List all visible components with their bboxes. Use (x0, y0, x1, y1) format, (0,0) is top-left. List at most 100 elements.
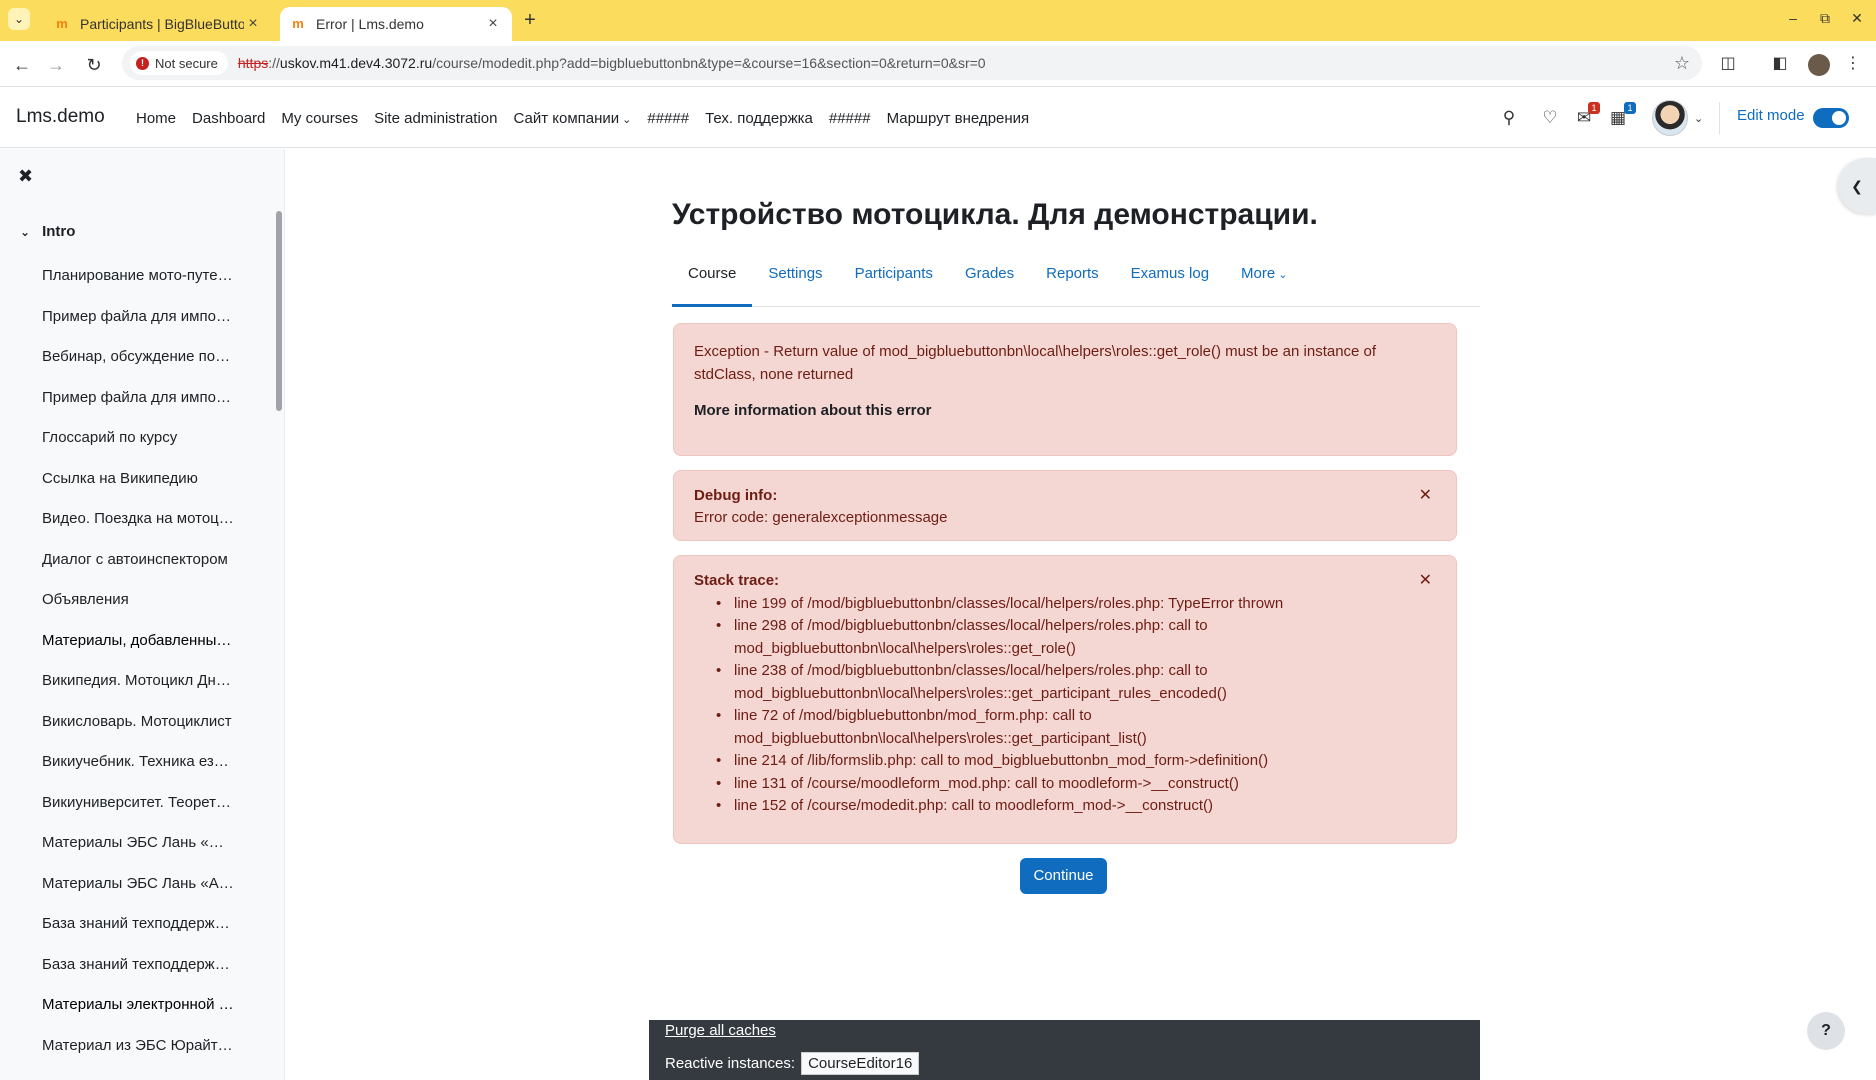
purge-caches-link[interactable]: Purge all caches (665, 1022, 776, 1039)
messages-icon[interactable]: ✉ 1 (1572, 102, 1600, 130)
course-index-item[interactable]: Видео. Поездка на мотоц… (42, 499, 242, 540)
course-index-drawer: ✖ ⌄ Intro Планирование мото-путе… Пример… (0, 149, 285, 1080)
window-minimize-icon[interactable]: – (1778, 10, 1808, 30)
tab-more[interactable]: More ⌄ (1225, 255, 1303, 307)
course-index-item[interactable]: Викиуниверситет. Теорет… (42, 783, 242, 824)
tab-search-chevron-icon[interactable]: ⌄ (8, 8, 30, 30)
stack-trace-line: line 199 of /mod/bigbluebuttonbn/classes… (714, 593, 1436, 616)
user-avatar[interactable] (1652, 100, 1688, 136)
tab-participants[interactable]: Participants (839, 255, 949, 307)
tab-grades[interactable]: Grades (949, 255, 1030, 307)
course-index-item[interactable]: Глоссарий по курсу (42, 418, 242, 459)
course-index-item[interactable]: Материалы ЭБС Лань «А… (42, 864, 242, 905)
notifications-bell-icon[interactable]: ♡ (1538, 106, 1562, 130)
course-index-item[interactable]: База знаний техподдерж… (42, 945, 242, 986)
nav-item-dashboard[interactable]: Dashboard (192, 110, 265, 127)
bookmark-star-icon[interactable]: ☆ (1674, 53, 1690, 74)
stack-trace-line: line 131 of /course/moodleform_mod.php: … (714, 773, 1436, 796)
stack-trace-label: Stack trace: (694, 572, 780, 589)
browser-tab-participants[interactable]: m Participants | BigBlueButto × (44, 7, 272, 41)
course-index-item[interactable]: Пример файла для импо… (42, 297, 242, 338)
debug-error-code: Error code: generalexceptionmessage (694, 509, 948, 526)
tab-reports[interactable]: Reports (1030, 255, 1115, 307)
course-index-item[interactable]: Википедия. Мотоцикл Дн… (42, 661, 242, 702)
nav-item-company-site-label: Сайт компании (513, 109, 620, 127)
reactive-instances: Reactive instances: CourseEditor16 (665, 1052, 920, 1075)
security-chip[interactable]: ! Not secure (130, 51, 228, 75)
nav-item-rollout-route[interactable]: Маршрут внедрения (887, 110, 1030, 127)
debug-footer: Purge all caches Reactive instances: Cou… (649, 1020, 1480, 1080)
course-index-item[interactable]: Материалы, добавленны… (42, 621, 242, 662)
url-separator: :// (268, 55, 280, 71)
url-host: uskov.m41.dev4.3072.ru (279, 55, 433, 71)
new-tab-plus-icon[interactable]: + (520, 10, 540, 30)
course-editor-button[interactable]: CourseEditor16 (801, 1052, 920, 1075)
stack-trace-line: line 298 of /mod/bigbluebuttonbn/classes… (714, 615, 1436, 660)
course-index-item[interactable]: Материалы ЭБС Лань «… (42, 823, 242, 864)
nav-item-company-site[interactable]: Сайт компании ⌄ (514, 110, 632, 127)
more-info-link[interactable]: More information about this error (694, 402, 1436, 419)
section-title: Intro (42, 223, 76, 240)
back-arrow-icon[interactable]: ← (10, 53, 34, 77)
security-label: Not secure (155, 55, 218, 71)
course-index-item[interactable]: Материалы электронной … (42, 985, 242, 1026)
course-index-item[interactable]: Пример файла для импо… (42, 378, 242, 419)
course-section-intro[interactable]: ⌄ Intro (20, 223, 75, 240)
tab-close-icon[interactable]: × (484, 15, 502, 33)
stack-trace-list: line 199 of /mod/bigbluebuttonbn/classes… (714, 593, 1436, 818)
tab-examus-log[interactable]: Examus log (1115, 255, 1225, 307)
tab-settings[interactable]: Settings (752, 255, 838, 307)
course-index-item[interactable]: Материал из ЭБС Юрайт… (42, 1026, 242, 1067)
help-question-icon[interactable]: ▦ 1 (1606, 102, 1636, 130)
course-index-item[interactable]: Ссылка на Википедию (42, 459, 242, 500)
course-index-item[interactable]: Диалог с автоинспектором (42, 540, 242, 581)
tab-close-icon[interactable]: × (244, 15, 262, 33)
reload-icon[interactable]: ↻ (82, 53, 106, 77)
drawer-scrollbar[interactable] (276, 211, 282, 411)
close-drawer-icon[interactable]: ✖ (18, 166, 33, 187)
stack-trace-line: line 152 of /course/modedit.php: call to… (714, 795, 1436, 818)
side-panel-icon[interactable]: ◧ (1769, 53, 1791, 75)
browser-menu-dots-icon[interactable]: ⋮ (1842, 53, 1864, 75)
address-bar[interactable]: ! Not secure https://uskov.m41.dev4.3072… (122, 46, 1702, 80)
window-close-icon[interactable]: ✕ (1842, 10, 1872, 30)
tab-title: Participants | BigBlueButto (80, 16, 244, 32)
nav-item-hash-1[interactable]: ##### (647, 110, 689, 127)
course-index-item[interactable]: Викисловарь. Мотоциклист (42, 702, 242, 743)
moodle-favicon-icon: m (56, 16, 68, 31)
nav-item-home[interactable]: Home (136, 110, 176, 127)
tab-course[interactable]: Course (672, 255, 753, 307)
nav-item-hash-2[interactable]: ##### (829, 110, 871, 127)
continue-button[interactable]: Continue (1020, 858, 1107, 894)
navbar-divider (1719, 102, 1720, 134)
user-menu-chevron-down-icon[interactable]: ⌄ (1694, 112, 1703, 125)
nav-item-support[interactable]: Тех. поддержка (705, 110, 813, 127)
close-icon[interactable]: ✕ (1419, 485, 1432, 507)
edit-mode-toggle[interactable] (1813, 108, 1849, 128)
course-index-item[interactable]: Вебинар, обсуждение по… (42, 337, 242, 378)
window-restore-icon[interactable]: ⧉ (1810, 10, 1840, 30)
chevron-down-icon: ⌄ (1278, 269, 1288, 281)
nav-item-my-courses[interactable]: My courses (281, 110, 358, 127)
site-brand[interactable]: Lms.demo (16, 106, 105, 128)
course-index-item[interactable]: Планирование мото-путе… (42, 256, 242, 297)
course-index-item[interactable]: Викиучебник. Техника ез… (42, 742, 242, 783)
not-secure-warning-icon: ! (136, 56, 149, 70)
chevron-down-icon[interactable]: ⌄ (20, 225, 30, 239)
extensions-puzzle-icon[interactable]: ◫ (1717, 53, 1739, 75)
forward-arrow-icon[interactable]: → (44, 53, 68, 77)
search-icon[interactable]: ⚲ (1497, 106, 1521, 130)
page-title: Устройство мотоцикла. Для демонстрации. (672, 198, 1318, 231)
close-icon[interactable]: ✕ (1419, 570, 1432, 593)
course-secondary-nav: Course Settings Participants Grades Repo… (672, 255, 1480, 307)
open-block-drawer-chevron-left-icon[interactable]: ❮ (1838, 158, 1876, 214)
course-index-list: Планирование мото-путе… Пример файла для… (42, 256, 242, 1066)
browser-tab-error[interactable]: m Error | Lms.demo × (280, 7, 512, 41)
course-index-item[interactable]: База знаний техподдерж… (42, 904, 242, 945)
stack-trace-line: line 72 of /mod/bigbluebuttonbn/mod_form… (714, 705, 1436, 750)
url-text: https://uskov.m41.dev4.3072.ru/course/mo… (238, 55, 986, 71)
course-index-item[interactable]: Объявления (42, 580, 242, 621)
nav-item-site-administration[interactable]: Site administration (374, 110, 497, 127)
help-button[interactable]: ? (1807, 1012, 1845, 1050)
browser-profile-avatar[interactable] (1808, 54, 1830, 76)
